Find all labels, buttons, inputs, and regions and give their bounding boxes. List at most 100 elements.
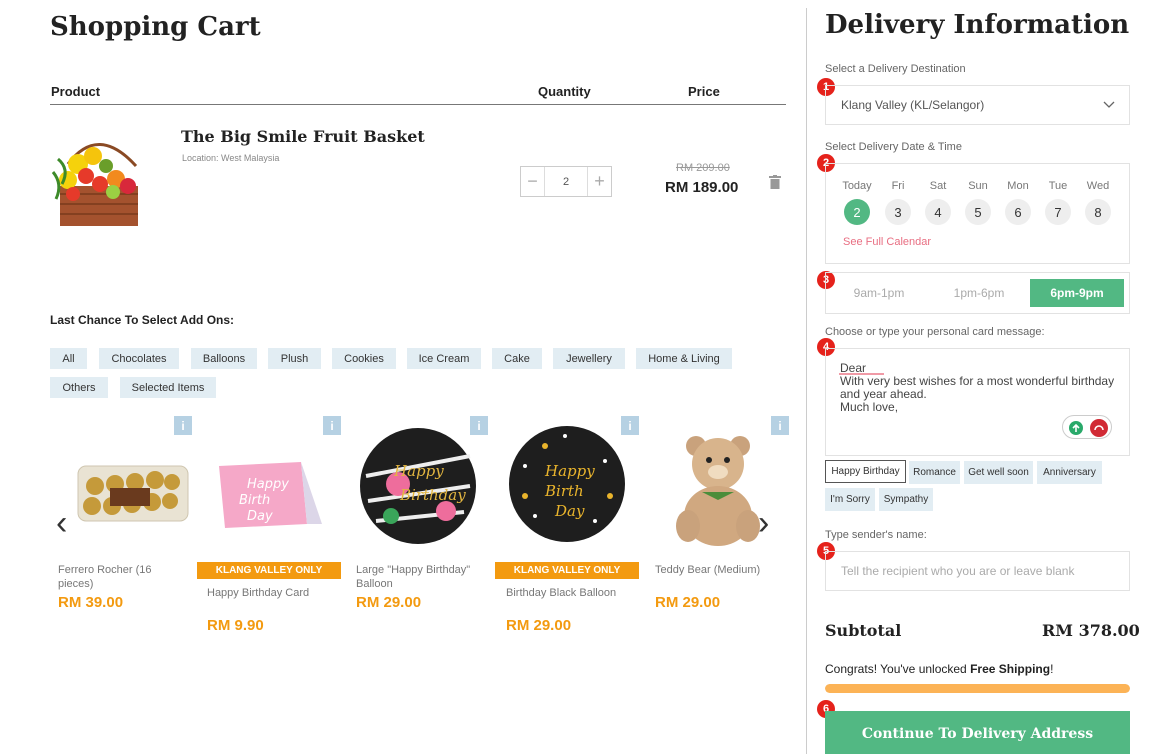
info-icon[interactable]: i bbox=[771, 416, 789, 435]
column-quantity: Quantity bbox=[538, 84, 591, 99]
day-label: Mon bbox=[1007, 180, 1029, 192]
category-jewellery[interactable]: Jewellery bbox=[553, 348, 625, 369]
shopping-cart-panel: Shopping Cart Product Quantity Price The… bbox=[0, 0, 806, 754]
day-label: Today bbox=[842, 180, 872, 192]
congrats-prefix: Congrats! You've unlocked bbox=[825, 662, 971, 676]
ferrero-rocher-image[interactable] bbox=[50, 416, 194, 561]
sender-label: Type sender's name: bbox=[825, 529, 927, 541]
destination-value: Klang Valley (KL/Selangor) bbox=[841, 98, 985, 112]
congrats-suffix: ! bbox=[1050, 662, 1054, 676]
shipping-progress-bar bbox=[825, 684, 1130, 693]
date-option[interactable]: 3 bbox=[885, 199, 911, 225]
time-slot-selected[interactable]: 6pm-9pm bbox=[1030, 279, 1124, 307]
original-price: RM 209.00 bbox=[676, 162, 730, 174]
addon-card[interactable]: Happy Birth Day i KLANG VALLEY ONLY Happ… bbox=[197, 416, 341, 656]
info-icon[interactable]: i bbox=[621, 416, 639, 435]
quantity-input[interactable]: 2 bbox=[544, 167, 588, 196]
occasion-happy-birthday[interactable]: Happy Birthday bbox=[825, 460, 906, 483]
date-option[interactable]: 5 bbox=[965, 199, 991, 225]
category-others[interactable]: Others bbox=[50, 377, 108, 398]
decrease-quantity-button[interactable]: − bbox=[521, 167, 544, 196]
see-full-calendar-link[interactable]: See Full Calendar bbox=[843, 236, 931, 248]
carousel-prev-arrow-icon[interactable]: ‹ bbox=[56, 504, 67, 543]
category-selected-items[interactable]: Selected Items bbox=[120, 377, 216, 398]
info-icon[interactable]: i bbox=[470, 416, 488, 435]
page-title: Shopping Cart bbox=[50, 12, 261, 42]
addon-card[interactable]: i Ferrero Rocher (16 pieces) RM 39.00 bbox=[50, 416, 194, 656]
svg-text:Birth: Birth bbox=[239, 493, 270, 508]
sale-price: RM 189.00 bbox=[665, 179, 739, 196]
category-all[interactable]: All bbox=[50, 348, 87, 369]
date-option-selected[interactable]: 2 bbox=[844, 199, 870, 225]
birthday-black-balloon-image[interactable]: Happy Birth Day bbox=[495, 416, 639, 561]
date-picker: Today Fri Sat Sun Mon Tue Wed 2 3 4 5 6 … bbox=[825, 163, 1130, 264]
category-home-living[interactable]: Home & Living bbox=[636, 348, 732, 369]
time-slot-option[interactable]: 9am-1pm bbox=[830, 279, 928, 307]
product-name[interactable]: The Big Smile Fruit Basket bbox=[181, 127, 425, 146]
delivery-information-panel: Delivery Information Select a Delivery D… bbox=[807, 0, 1164, 754]
category-chocolates[interactable]: Chocolates bbox=[99, 348, 179, 369]
increase-quantity-button[interactable]: + bbox=[588, 167, 611, 196]
day-label: Wed bbox=[1086, 180, 1110, 192]
free-shipping-message: Congrats! You've unlocked Free Shipping! bbox=[825, 662, 1053, 676]
date-option[interactable]: 8 bbox=[1085, 199, 1111, 225]
category-ice-cream[interactable]: Ice Cream bbox=[407, 348, 481, 369]
destination-label: Select a Delivery Destination bbox=[825, 63, 966, 75]
card-message-textarea[interactable]: Dear With very best wishes for a most wo… bbox=[825, 348, 1130, 456]
date-label: Select Delivery Date & Time bbox=[825, 141, 962, 153]
addon-price: RM 39.00 bbox=[58, 594, 124, 611]
addon-card[interactable]: Happy Birth Day i KLANG VALLEY ONLY Birt… bbox=[495, 416, 639, 656]
addon-name: Happy Birthday Card bbox=[207, 587, 310, 599]
occasion-sympathy[interactable]: Sympathy bbox=[879, 488, 933, 511]
svg-text:Birthday: Birthday bbox=[399, 486, 466, 504]
trash-icon[interactable] bbox=[769, 175, 781, 189]
grammar-widget[interactable] bbox=[1062, 415, 1112, 439]
occasion-im-sorry[interactable]: I'm Sorry bbox=[825, 488, 875, 511]
carousel-next-arrow-icon[interactable]: › bbox=[758, 504, 769, 543]
svg-text:Happy: Happy bbox=[393, 462, 444, 480]
sender-name-input[interactable]: Tell the recipient who you are or leave … bbox=[825, 551, 1130, 591]
free-shipping-text: Free Shipping bbox=[970, 662, 1051, 676]
cart-table-header: Product Quantity Price bbox=[50, 83, 786, 105]
info-icon[interactable]: i bbox=[174, 416, 192, 435]
date-option[interactable]: 6 bbox=[1005, 199, 1031, 225]
date-option[interactable]: 4 bbox=[925, 199, 951, 225]
grammar-check-icon bbox=[1069, 419, 1108, 437]
day-label: Fri bbox=[891, 180, 905, 192]
klang-valley-ribbon: KLANG VALLEY ONLY bbox=[197, 562, 341, 579]
day-label: Tue bbox=[1048, 180, 1068, 192]
klang-valley-ribbon: KLANG VALLEY ONLY bbox=[495, 562, 639, 579]
delivery-title: Delivery Information bbox=[825, 10, 1130, 40]
destination-select[interactable]: Klang Valley (KL/Selangor) bbox=[825, 85, 1130, 125]
occasion-romance[interactable]: Romance bbox=[909, 461, 960, 484]
time-slot-picker: 9am-1pm 1pm-6pm 6pm-9pm bbox=[825, 272, 1130, 314]
column-price: Price bbox=[688, 84, 720, 99]
day-label: Sat bbox=[929, 180, 947, 192]
quantity-stepper: − 2 + bbox=[520, 166, 612, 197]
category-balloons[interactable]: Balloons bbox=[191, 348, 257, 369]
shipping-progress-fill bbox=[825, 684, 1130, 693]
addon-card[interactable]: Happy Birthday i Large "Happy Birthday" … bbox=[346, 416, 490, 656]
category-cookies[interactable]: Cookies bbox=[332, 348, 396, 369]
svg-text:Day: Day bbox=[247, 509, 273, 524]
occasion-get-well-soon[interactable]: Get well soon bbox=[964, 461, 1033, 484]
category-cake[interactable]: Cake bbox=[492, 348, 542, 369]
occasion-anniversary[interactable]: Anniversary bbox=[1037, 461, 1102, 484]
info-icon[interactable]: i bbox=[323, 416, 341, 435]
date-option[interactable]: 7 bbox=[1045, 199, 1071, 225]
happy-birthday-balloon-image[interactable]: Happy Birthday bbox=[346, 416, 490, 561]
addon-name: Large "Happy Birthday" Balloon bbox=[356, 564, 471, 590]
spellcheck-underline bbox=[839, 373, 884, 375]
addon-price: RM 9.90 bbox=[207, 617, 264, 634]
continue-to-delivery-button[interactable]: Continue To Delivery Address bbox=[825, 711, 1130, 754]
fruit-basket-image[interactable] bbox=[48, 124, 148, 230]
svg-text:Happy: Happy bbox=[544, 462, 595, 480]
birthday-card-image[interactable]: Happy Birth Day bbox=[197, 416, 341, 561]
addon-price: RM 29.00 bbox=[506, 617, 572, 634]
addon-name: Teddy Bear (Medium) bbox=[655, 564, 761, 576]
time-slot-option[interactable]: 1pm-6pm bbox=[930, 279, 1028, 307]
addon-name: Birthday Black Balloon bbox=[506, 587, 617, 599]
category-plush[interactable]: Plush bbox=[268, 348, 321, 369]
svg-text:Birth: Birth bbox=[544, 482, 584, 500]
svg-text:Day: Day bbox=[554, 502, 585, 520]
